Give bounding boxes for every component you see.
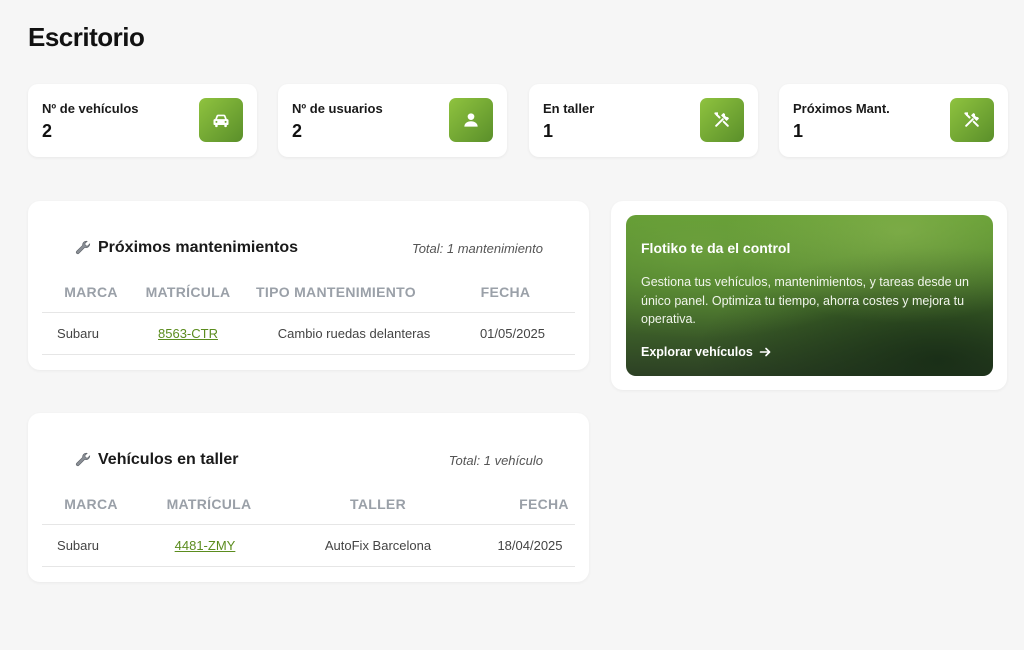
maintenance-panel: Próximos mantenimientos Total: 1 manteni… [28,201,589,370]
plate-link[interactable]: 8563-CTR [114,326,262,341]
car-icon [199,98,243,142]
panel-header: Próximos mantenimientos Total: 1 manteni… [74,239,543,257]
wrench-icon [75,452,91,467]
cell-date: 18/04/2025 [497,538,563,553]
promo-title: Flotiko te da el control [641,240,791,256]
explore-vehicles-link[interactable]: Explorar vehículos [641,345,771,359]
explore-vehicles-label: Explorar vehículos [641,345,753,359]
panel-title-text: Próximos mantenimientos [98,239,299,256]
stat-label: Nº de usuarios [292,101,383,116]
column-header[interactable]: MARCA [42,284,140,300]
panel-title-text: Vehículos en taller [98,451,239,468]
promo-panel: Flotiko te da el control Gestiona tus ve… [611,201,1007,390]
promo-banner: Flotiko te da el control Gestiona tus ve… [626,215,993,376]
stat-label: Nº de vehículos [42,101,139,116]
arrow-right-icon [759,347,771,357]
stat-value: 1 [543,121,554,141]
workshop-table: MARCA MATRÍCULA TALLER FECHA Subaru 4481… [42,483,575,567]
column-header[interactable]: MATRÍCULA [140,284,236,300]
column-header[interactable]: FECHA [478,496,610,512]
cell-workshop: AutoFix Barcelona [324,538,432,553]
stat-card-upcoming-maintenance: Próximos Mant. 1 [779,84,1008,157]
column-header[interactable]: TALLER [278,496,478,512]
stat-label: Próximos Mant. [793,101,890,116]
stat-label: En taller [543,101,595,116]
table-header: MARCA MATRÍCULA TALLER FECHA [42,483,575,525]
stat-card-users: Nº de usuarios 2 [278,84,507,157]
promo-text: Gestiona tus vehículos, mantenimientos, … [641,275,969,326]
stat-card-workshop: En taller 1 [529,84,758,157]
column-header[interactable]: TIPO MANTENIMIENTO [236,284,436,300]
cell-brand: Subaru [57,326,99,341]
tools-icon [700,98,744,142]
column-header[interactable]: MATRÍCULA [140,496,278,512]
tools-icon [950,98,994,142]
column-header[interactable]: MARCA [42,496,140,512]
panel-title: Próximos mantenimientos [74,239,298,257]
cell-brand: Subaru [57,538,99,553]
panel-header: Vehículos en taller Total: 1 vehículo [74,451,543,469]
stat-card-vehicles: Nº de vehículos 2 [28,84,257,157]
panel-total: Total: 1 vehículo [448,452,543,468]
panel-title: Vehículos en taller [74,451,239,469]
stat-value: 1 [793,121,804,141]
plate-link[interactable]: 4481-ZMY [114,538,296,553]
wrench-icon [75,240,91,255]
table-row: Subaru 4481-ZMY AutoFix Barcelona 18/04/… [42,525,575,567]
cell-maintenance-type: Cambio ruedas delanteras [277,326,431,341]
page-title: Escritorio [28,22,145,52]
workshop-panel: Vehículos en taller Total: 1 vehículo MA… [28,413,589,582]
table-row: Subaru 8563-CTR Cambio ruedas delanteras… [42,313,575,355]
table-header: MARCA MATRÍCULA TIPO MANTENIMIENTO FECHA [42,271,575,313]
panel-total: Total: 1 mantenimiento [411,240,543,256]
user-icon [449,98,493,142]
column-header[interactable]: FECHA [436,284,575,300]
maintenance-table: MARCA MATRÍCULA TIPO MANTENIMIENTO FECHA… [42,271,575,355]
cell-date: 01/05/2025 [479,326,546,341]
stat-value: 2 [42,121,53,141]
stat-value: 2 [292,121,303,141]
